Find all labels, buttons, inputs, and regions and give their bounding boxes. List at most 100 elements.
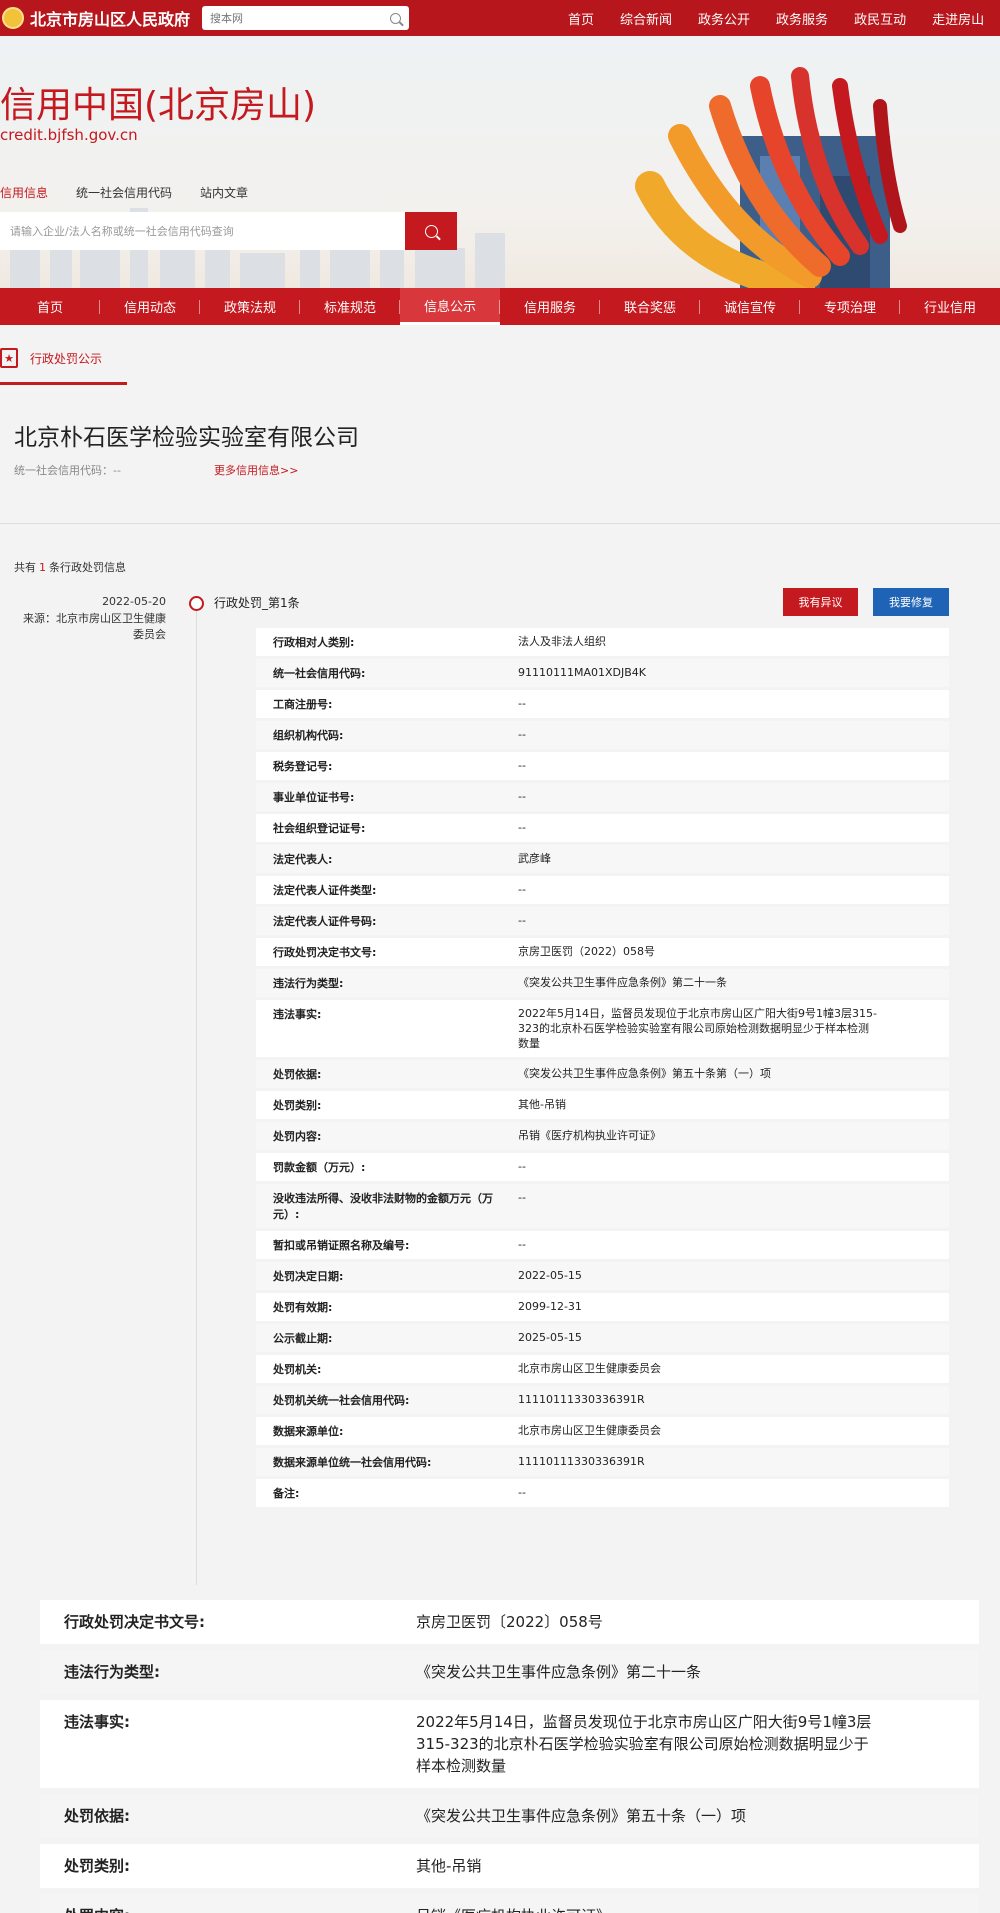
field-label: 暂扣或吊销证照名称及编号: — [273, 1239, 410, 1252]
field-label: 统一社会信用代码: — [273, 667, 366, 680]
field-value: 2025-05-15 — [518, 1331, 582, 1344]
field-value: 京房卫医罚（2022）058号 — [518, 945, 655, 958]
field-label: 处罚内容: — [273, 1130, 322, 1143]
top-nav-item[interactable]: 政民互动 — [854, 9, 906, 28]
field-label: 法定代表人证件号码: — [273, 915, 377, 928]
field-label: 处罚类别: — [273, 1099, 322, 1112]
search-icon[interactable] — [390, 12, 402, 24]
tab-credit-info[interactable]: 信用信息 — [0, 184, 48, 201]
table-row: 处罚类别: 其他-吊销 — [40, 1844, 979, 1888]
field-value: 《突发公共卫生事件应急条例》第二十一条 — [518, 976, 727, 989]
national-emblem-icon — [2, 7, 24, 29]
field-label: 处罚依据: — [64, 1807, 130, 1825]
field-value: 《突发公共卫生事件应急条例》第五十条（一）项 — [416, 1807, 747, 1825]
tab-credit-code[interactable]: 统一社会信用代码 — [76, 184, 172, 201]
field-value: 京房卫医罚〔2022〕058号 — [416, 1613, 603, 1631]
nav-item[interactable]: 信用服务 — [500, 288, 600, 325]
record-title: 行政处罚_第1条 — [214, 596, 300, 610]
table-row: 行政处罚决定书文号: 京房卫医罚〔2022〕058号 — [40, 1600, 979, 1644]
top-search-box[interactable]: 搜本网 — [202, 6, 410, 30]
timeline-line — [196, 610, 197, 1585]
table-row: 数据来源单位统一社会信用代码: 11110111330336391R — [256, 1448, 949, 1476]
table-row: 罚款金额（万元）: -- — [256, 1153, 949, 1181]
table-row: 处罚依据: 《突发公共卫生事件应急条例》第五十条第（一）项 — [256, 1060, 949, 1088]
nav-item[interactable]: 诚信宣传 — [700, 288, 800, 325]
top-nav-item[interactable]: 综合新闻 — [620, 9, 672, 28]
table-row: 组织机构代码: -- — [256, 721, 949, 749]
table-row: 违法行为类型: 《突发公共卫生事件应急条例》第二十一条 — [40, 1650, 979, 1694]
table-row: 违法事实: 2022年5月14日，监督员发现位于北京市房山区广阳大街9号1幢3层3… — [40, 1700, 979, 1788]
tab-site-articles[interactable]: 站内文章 — [200, 184, 248, 201]
sculpture-image — [635, 67, 907, 288]
field-label: 处罚依据: — [273, 1068, 322, 1081]
penalty-detail-table: 行政相对人类别: 法人及非法人组织 统一社会信用代码: 91110111MA01XDJ… — [256, 628, 949, 1510]
field-label: 处罚内容: — [40, 1894, 416, 1913]
field-value: -- — [518, 790, 526, 803]
field-value: -- — [518, 914, 526, 927]
field-value: -- — [518, 1191, 526, 1204]
penalty-badge-icon: ★ — [0, 348, 18, 368]
top-nav-item[interactable]: 政务服务 — [776, 9, 828, 28]
field-value: -- — [518, 883, 526, 896]
zoomed-detail-table: 行政处罚决定书文号: 京房卫医罚〔2022〕058号 违法行为类型: 《突发公共卫生事… — [40, 1600, 979, 1913]
credit-search-input[interactable]: 请输入企业/法人名称或统一社会信用代码查询 — [0, 212, 405, 250]
field-value: 2022-05-15 — [518, 1269, 582, 1282]
record-count: 共有 1 条行政处罚信息 — [14, 561, 126, 574]
field-label: 税务登记号: — [273, 760, 333, 773]
field-label: 违法行为类型: — [273, 977, 344, 990]
field-label: 处罚决定日期: — [273, 1270, 344, 1283]
nav-item[interactable]: 首页 — [0, 288, 100, 325]
field-value: 法人及非法人组织 — [518, 635, 606, 648]
field-value: -- — [518, 1238, 526, 1251]
field-label: 社会组织登记证号: — [273, 822, 366, 835]
table-row: 法定代表人证件号码: -- — [256, 907, 949, 935]
more-credit-info-link[interactable]: 更多信用信息>> — [214, 462, 298, 478]
repair-button[interactable]: 我要修复 — [873, 588, 949, 616]
field-label: 法定代表人: — [273, 853, 333, 866]
top-nav-item[interactable]: 首页 — [568, 9, 594, 28]
field-value: -- — [518, 1486, 526, 1499]
field-label: 处罚机关统一社会信用代码: — [273, 1394, 410, 1407]
top-nav-item[interactable]: 走进房山 — [932, 9, 984, 28]
nav-item[interactable]: 信用动态 — [100, 288, 200, 325]
record-date: 2022-05-20 — [102, 595, 166, 608]
table-row: 法定代表人: 武彦峰 — [256, 845, 949, 873]
field-label: 数据来源单位统一社会信用代码: — [273, 1456, 432, 1469]
field-label: 处罚类别: — [64, 1857, 130, 1875]
nav-item-active[interactable]: 信息公示 — [400, 288, 500, 325]
field-value: 北京市房山区卫生健康委员会 — [518, 1424, 661, 1437]
field-value: -- — [518, 1160, 526, 1173]
nav-item[interactable]: 联合奖惩 — [600, 288, 700, 325]
nav-item[interactable]: 行业信用 — [900, 288, 1000, 325]
record-count-number: 1 — [39, 561, 46, 574]
nav-item[interactable]: 标准规范 — [300, 288, 400, 325]
table-row: 社会组织登记证号: -- — [256, 814, 949, 842]
top-nav-item[interactable]: 政务公开 — [698, 9, 750, 28]
field-label: 违法事实: — [64, 1713, 130, 1731]
section-underline — [0, 382, 127, 385]
section-header: ★ 行政处罚公示 — [0, 348, 102, 368]
table-row: 暂扣或吊销证照名称及编号: -- — [256, 1231, 949, 1259]
table-row: 处罚内容: 吊销《医疗机构执业许可证》 — [256, 1122, 949, 1150]
top-bar: 北京市房山区人民政府 搜本网 首页 综合新闻 政务公开 政务服务 政民互动 走进… — [0, 0, 1000, 36]
field-value: 2099-12-31 — [518, 1300, 582, 1313]
objection-button[interactable]: 我有异议 — [783, 588, 858, 616]
section-title: 行政处罚公示 — [30, 351, 103, 366]
nav-item[interactable]: 专项治理 — [800, 288, 900, 325]
table-row: 违法行为类型: 《突发公共卫生事件应急条例》第二十一条 — [256, 969, 949, 997]
nav-item[interactable]: 政策法规 — [200, 288, 300, 325]
search-type-tabs: 信用信息 统一社会信用代码 站内文章 — [0, 184, 276, 201]
credit-search-button[interactable] — [405, 212, 457, 250]
field-label: 组织机构代码: — [273, 729, 344, 742]
field-value: -- — [518, 697, 526, 710]
table-row: 处罚有效期: 2099-12-31 — [256, 1293, 949, 1321]
field-label: 处罚有效期: — [273, 1301, 333, 1314]
field-label: 事业单位证书号: — [273, 791, 355, 804]
table-row: 税务登记号: -- — [256, 752, 949, 780]
field-value: 武彦峰 — [518, 852, 551, 865]
field-value: 其他-吊销 — [416, 1857, 482, 1875]
table-row: 没收违法所得、没收非法财物的金额万元（万元）: -- — [256, 1184, 949, 1228]
top-search-input[interactable]: 搜本网 — [210, 10, 390, 26]
field-label: 违法事实: — [273, 1008, 322, 1021]
site-name[interactable]: 北京市房山区人民政府 — [30, 6, 190, 30]
